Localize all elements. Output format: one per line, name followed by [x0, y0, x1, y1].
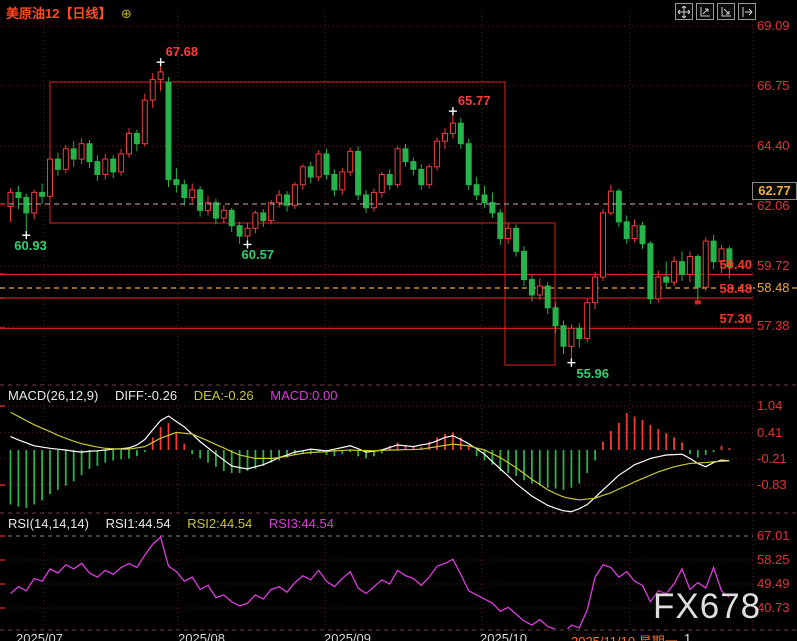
instrument-title: 美原油12【日线】 [6, 6, 111, 21]
rsi1-value: RSI1:44.54 [106, 516, 171, 531]
macd-dea-value: DEA:-0.26 [194, 388, 254, 403]
left-axis-ticks [0, 204, 5, 608]
axis-scale-left-icon[interactable] [696, 3, 714, 20]
month-label-sep: 2025/09 [324, 631, 371, 641]
macd-diff-value: DIFF:-0.26 [115, 388, 177, 403]
crosshair-price-label: 62.77 [752, 182, 797, 200]
rsi-indicator-header[interactable]: RSI(14,14,14) RSI1:44.54 RSI2:44.54 RSI3… [8, 516, 334, 531]
chart-toolbar [675, 3, 756, 20]
support-level-lines [0, 274, 753, 328]
pan-icon[interactable] [675, 3, 693, 20]
month-label-oct: 2025/10 [480, 631, 527, 641]
analysis-boxes [50, 82, 555, 365]
fx678-watermark: FX678 [653, 587, 761, 627]
macd-indicator-header[interactable]: MACD(26,12,9) DIFF:-0.26 DEA:-0.26 MACD:… [8, 388, 338, 403]
expand-icon[interactable]: ⊕ [121, 6, 132, 21]
candles-group [8, 62, 732, 363]
month-label-aug: 2025/08 [178, 631, 225, 641]
rsi-gridlines [0, 536, 753, 608]
time-axis: 2025/07 2025/08 2025/09 2025/10 2025/11/… [0, 631, 797, 641]
macd-dea-line [11, 412, 730, 500]
crosshair-date-extra: 1 [684, 631, 691, 641]
month-label-jul: 2025/07 [16, 631, 63, 641]
candlestick-chart[interactable] [0, 0, 797, 641]
macd-histogram [11, 413, 730, 508]
trading-chart-window: 67.6860.9360.5765.7755.9669.0966.7564.40… [0, 0, 797, 641]
axis-scale-right-icon[interactable] [717, 3, 735, 20]
vertical-gridlines [44, 12, 753, 630]
rsi3-value: RSI3:44.54 [269, 516, 334, 531]
collapse-panel-icon[interactable] [738, 3, 756, 20]
crosshair-date-label: 2025/11/10 星期一 [571, 631, 678, 641]
current-price-label: 58.48 [755, 280, 792, 295]
macd-diff-line [11, 416, 730, 512]
macd-gridlines [0, 406, 753, 484]
macd-value: MACD:0.00 [270, 388, 337, 403]
rsi-line [11, 537, 730, 633]
rsi-params: RSI(14,14,14) [8, 516, 89, 531]
sell-marker [695, 300, 701, 304]
title-bar: 美原油12【日线】 ⊕ [6, 3, 132, 23]
macd-params: MACD(26,12,9) [8, 388, 98, 403]
rsi2-value: RSI2:44.54 [187, 516, 252, 531]
